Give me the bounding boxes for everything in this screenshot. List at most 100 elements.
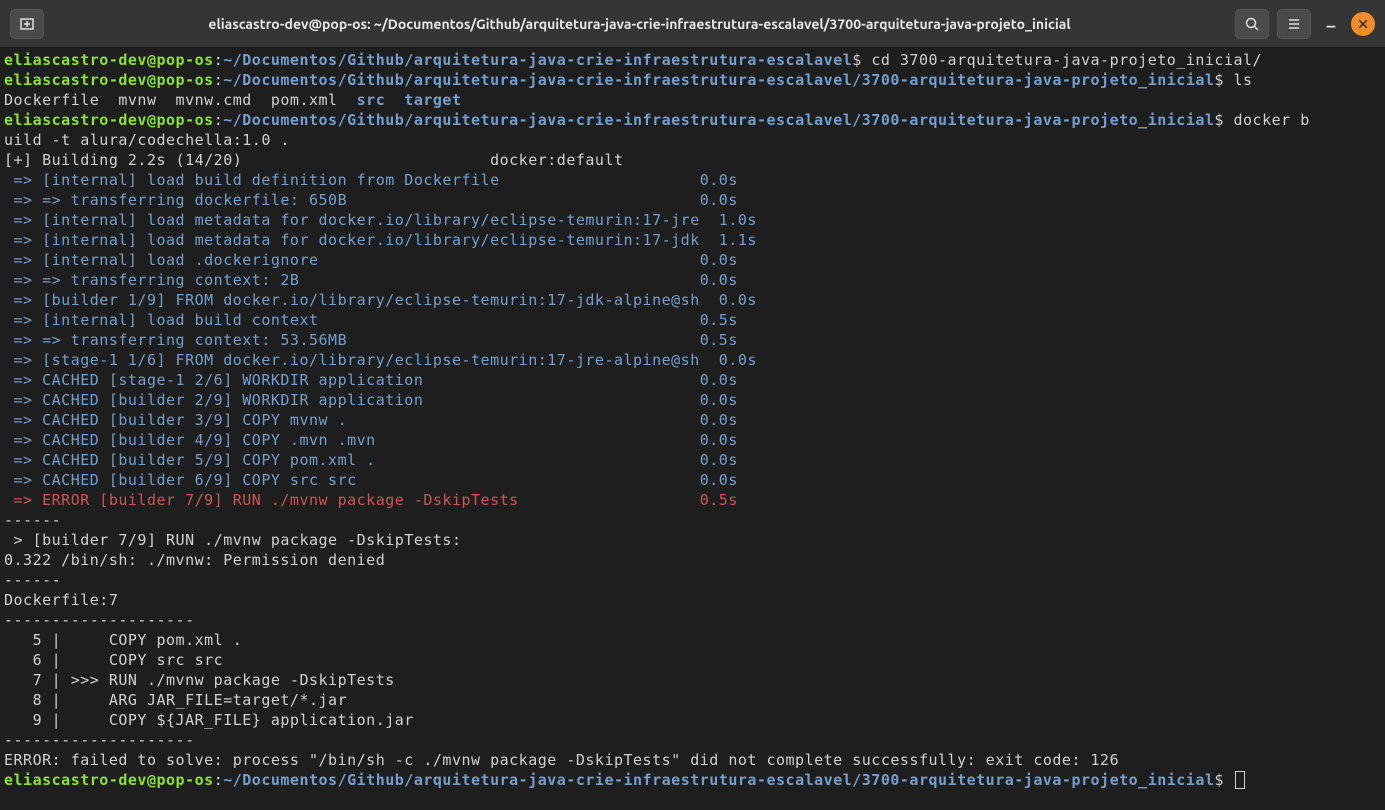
- build-step-text: => [internal] load .dockerignore: [4, 251, 700, 269]
- prompt-user: eliascastro-dev@pop-os: [4, 71, 214, 89]
- error-detail-line: 5 | COPY pom.xml .: [4, 630, 1381, 650]
- ls-files: Dockerfile mvnw mvnw.cmd pom.xml: [4, 91, 357, 109]
- build-step-time: 0.0s: [700, 391, 738, 409]
- prompt-path: ~/Documentos/Github/arquitetura-java-cri…: [223, 111, 1214, 129]
- build-step-time: 0.5s: [700, 311, 738, 329]
- command-continuation: uild -t alura/codechella:1.0 .: [4, 130, 1381, 150]
- command-text: docker b: [1233, 111, 1309, 129]
- build-step-time: 1.1s: [700, 231, 757, 249]
- build-step-line: => CACHED [builder 2/9] WORKDIR applicat…: [4, 390, 1381, 410]
- prompt-user: eliascastro-dev@pop-os: [4, 771, 214, 789]
- prompt-line: eliascastro-dev@pop-os:~/Documentos/Gith…: [4, 70, 1381, 90]
- prompt-line: eliascastro-dev@pop-os:~/Documentos/Gith…: [4, 770, 1381, 790]
- prompt-sep: :: [214, 771, 224, 789]
- build-step-time: 0.0s: [700, 251, 738, 269]
- build-step-time: 0.0s: [700, 471, 738, 489]
- build-step-line: => [internal] load .dockerignore 0.0s: [4, 250, 1381, 270]
- ls-dir: target: [404, 91, 461, 109]
- menu-button[interactable]: [1277, 9, 1311, 39]
- cursor: [1235, 771, 1245, 789]
- error-detail-line: 8 | ARG JAR_FILE=target/*.jar: [4, 690, 1381, 710]
- search-button[interactable]: [1235, 9, 1269, 39]
- prompt-user: eliascastro-dev@pop-os: [4, 51, 214, 69]
- build-step-text: => [internal] load metadata for docker.i…: [4, 211, 700, 229]
- build-error-line: => ERROR [builder 7/9] RUN ./mvnw packag…: [4, 490, 1381, 510]
- prompt-dollar: $: [1214, 111, 1233, 129]
- build-step-text: => [internal] load build context: [4, 311, 700, 329]
- error-detail-line: ------: [4, 570, 1381, 590]
- build-step-line: => => transferring context: 53.56MB 0.5s: [4, 330, 1381, 350]
- error-step-time: 0.5s: [700, 491, 738, 509]
- build-step-text: => [internal] load metadata for docker.i…: [4, 231, 700, 249]
- build-step-line: => CACHED [builder 5/9] COPY pom.xml . 0…: [4, 450, 1381, 470]
- error-detail-line: > [builder 7/9] RUN ./mvnw package -Dski…: [4, 530, 1381, 550]
- build-step-line: => [internal] load metadata for docker.i…: [4, 210, 1381, 230]
- build-step-time: 0.0s: [700, 171, 738, 189]
- titlebar-left-controls: [10, 9, 44, 39]
- build-step-line: => => transferring dockerfile: 650B 0.0s: [4, 190, 1381, 210]
- build-step-time: 1.0s: [700, 211, 757, 229]
- error-detail-line: --------------------: [4, 610, 1381, 630]
- build-step-time: 0.0s: [700, 271, 738, 289]
- prompt-path: ~/Documentos/Github/arquitetura-java-cri…: [223, 71, 1214, 89]
- build-step-line: => [builder 1/9] FROM docker.io/library/…: [4, 290, 1381, 310]
- prompt-dollar: $: [1214, 71, 1233, 89]
- build-step-time: 0.0s: [700, 351, 757, 369]
- terminal-area[interactable]: eliascastro-dev@pop-os:~/Documentos/Gith…: [0, 48, 1385, 810]
- build-step-time: 0.0s: [700, 191, 738, 209]
- build-step-time: 0.0s: [700, 431, 738, 449]
- build-step-time: 0.0s: [700, 451, 738, 469]
- error-detail-line: 7 | >>> RUN ./mvnw package -DskipTests: [4, 670, 1381, 690]
- error-step-text: => ERROR [builder 7/9] RUN ./mvnw packag…: [4, 491, 700, 509]
- build-header: [+] Building 2.2s (14/20) docker:default: [4, 150, 1381, 170]
- build-step-line: => CACHED [stage-1 2/6] WORKDIR applicat…: [4, 370, 1381, 390]
- prompt-path: ~/Documentos/Github/arquitetura-java-cri…: [223, 771, 1214, 789]
- build-step-time: 0.0s: [700, 411, 738, 429]
- build-step-text: => => transferring dockerfile: 650B: [4, 191, 700, 209]
- prompt-sep: :: [214, 71, 224, 89]
- close-icon: [1357, 18, 1369, 30]
- error-detail-line: 6 | COPY src src: [4, 650, 1381, 670]
- new-tab-button[interactable]: [10, 9, 44, 39]
- build-step-text: => CACHED [stage-1 2/6] WORKDIR applicat…: [4, 371, 700, 389]
- new-tab-icon: [19, 16, 35, 32]
- build-step-text: => => transferring context: 2B: [4, 271, 700, 289]
- error-detail-line: Dockerfile:7: [4, 590, 1381, 610]
- error-detail-line: --------------------: [4, 730, 1381, 750]
- close-button[interactable]: [1351, 12, 1375, 36]
- build-output: => [internal] load build definition from…: [4, 170, 1381, 490]
- build-step-line: => [stage-1 1/6] FROM docker.io/library/…: [4, 350, 1381, 370]
- build-step-line: => CACHED [builder 4/9] COPY .mvn .mvn 0…: [4, 430, 1381, 450]
- error-detail-line: ERROR: failed to solve: process "/bin/sh…: [4, 750, 1381, 770]
- build-step-text: => CACHED [builder 5/9] COPY pom.xml .: [4, 451, 700, 469]
- prompt-user: eliascastro-dev@pop-os: [4, 111, 214, 129]
- build-step-text: => CACHED [builder 3/9] COPY mvnw .: [4, 411, 700, 429]
- build-step-line: => [internal] load build context 0.5s: [4, 310, 1381, 330]
- prompt-dollar: $: [1214, 771, 1233, 789]
- prompt-dollar: $: [852, 51, 871, 69]
- build-step-time: 0.0s: [700, 371, 738, 389]
- build-step-line: => => transferring context: 2B 0.0s: [4, 270, 1381, 290]
- build-step-line: => [internal] load metadata for docker.i…: [4, 230, 1381, 250]
- minimize-button[interactable]: [1319, 12, 1343, 36]
- build-step-line: => CACHED [builder 3/9] COPY mvnw . 0.0s: [4, 410, 1381, 430]
- error-detail-line: 9 | COPY ${JAR_FILE} application.jar: [4, 710, 1381, 730]
- titlebar: eliascastro-dev@pop-os: ~/Documentos/Git…: [0, 0, 1385, 48]
- build-step-line: => [internal] load build definition from…: [4, 170, 1381, 190]
- command-text: ls: [1233, 71, 1252, 89]
- error-detail-line: 0.322 /bin/sh: ./mvnw: Permission denied: [4, 550, 1381, 570]
- prompt-sep: :: [214, 111, 224, 129]
- prompt-sep: :: [214, 51, 224, 69]
- build-step-time: 0.0s: [700, 291, 757, 309]
- window-title: eliascastro-dev@pop-os: ~/Documentos/Git…: [44, 14, 1235, 34]
- build-step-text: => [builder 1/9] FROM docker.io/library/…: [4, 291, 700, 309]
- minimize-icon: [1324, 17, 1338, 31]
- error-detail-line: ------: [4, 510, 1381, 530]
- search-icon: [1244, 16, 1260, 32]
- prompt-line: eliascastro-dev@pop-os:~/Documentos/Gith…: [4, 110, 1381, 130]
- titlebar-right-controls: [1235, 9, 1375, 39]
- ls-dir: src: [357, 91, 386, 109]
- build-step-text: => [internal] load build definition from…: [4, 171, 700, 189]
- build-step-text: => CACHED [builder 4/9] COPY .mvn .mvn: [4, 431, 700, 449]
- build-step-time: 0.5s: [700, 331, 738, 349]
